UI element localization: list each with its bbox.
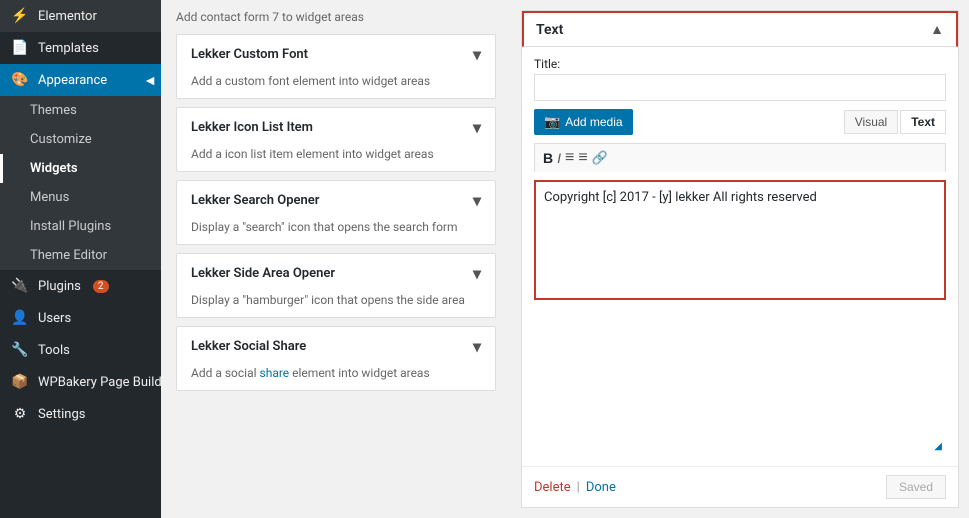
widget-description: Display a "search" icon that opens the s… <box>177 220 495 244</box>
sidebar-item-appearance[interactable]: 🎨 Appearance ◄ <box>0 64 161 96</box>
widget-description: Add a social share element into widget a… <box>177 366 495 390</box>
chevron-down-icon: ▾ <box>473 118 481 137</box>
submenu-label: Widgets <box>30 161 78 176</box>
widget-title: Lekker Search Opener <box>191 193 319 208</box>
footer-separator: | <box>577 480 580 495</box>
camera-icon: 📷 <box>544 114 560 130</box>
italic-button[interactable]: I <box>557 150 561 166</box>
saved-button: Saved <box>886 475 946 499</box>
settings-icon: ⚙ <box>10 406 30 422</box>
widget-header[interactable]: Lekker Side Area Opener ▾ <box>177 254 495 293</box>
sidebar-item-themes[interactable]: Themes <box>0 96 161 125</box>
sidebar-item-menus[interactable]: Menus <box>0 183 161 212</box>
widget-item-icon-list: Lekker Icon List Item ▾ Add a icon list … <box>176 107 496 172</box>
chevron-down-icon: ▾ <box>473 337 481 356</box>
sidebar-item-label: Users <box>38 311 71 326</box>
widget-item-side-area: Lekker Side Area Opener ▾ Display a "ham… <box>176 253 496 318</box>
sidebar-item-users[interactable]: 👤 Users <box>0 302 161 334</box>
plugins-badge: 2 <box>93 280 109 293</box>
sidebar-item-label: WPBakery Page Builder <box>38 375 161 390</box>
sidebar-item-label: Tools <box>38 343 70 358</box>
title-input[interactable] <box>534 74 946 101</box>
text-panel-body: Title: 📷 Add media Visual Text B I ≡ ≡ <box>522 47 958 466</box>
done-link[interactable]: Done <box>586 480 616 495</box>
visual-tab[interactable]: Visual <box>844 110 898 134</box>
chevron-down-icon: ▾ <box>473 45 481 64</box>
sidebar-item-label: Elementor <box>38 9 97 24</box>
bold-button[interactable]: B <box>543 150 553 166</box>
elementor-icon: ⚡ <box>10 8 30 24</box>
visual-text-tabs: Visual Text <box>844 110 946 134</box>
widget-list: Add contact form 7 to widget areas Lekke… <box>161 0 511 518</box>
widget-header[interactable]: Lekker Social Share ▾ <box>177 327 495 366</box>
text-widget-panel: Text ▲ Title: 📷 Add media Visual Text <box>521 10 959 508</box>
sidebar-item-label: Plugins <box>38 279 81 294</box>
title-label: Title: <box>534 57 946 71</box>
editor-wrapper: ◢ <box>534 180 946 456</box>
sidebar-item-plugins[interactable]: 🔌 Plugins 2 <box>0 270 161 302</box>
sidebar: ⚡ Elementor 📄 Templates 🎨 Appearance ◄ T… <box>0 0 161 518</box>
submenu-label: Theme Editor <box>30 248 107 263</box>
plugins-icon: 🔌 <box>10 278 30 294</box>
widget-item-social-share: Lekker Social Share ▾ Add a social share… <box>176 326 496 391</box>
main-content: Add contact form 7 to widget areas Lekke… <box>161 0 969 518</box>
submenu-label: Themes <box>30 103 77 118</box>
link-button[interactable]: 🔗 <box>592 150 608 166</box>
templates-icon: 📄 <box>10 40 30 56</box>
submenu-label: Install Plugins <box>30 219 111 234</box>
widget-description: Display a "hamburger" icon that opens th… <box>177 293 495 317</box>
widget-description: Add a icon list item element into widget… <box>177 147 495 171</box>
sidebar-item-widgets[interactable]: Widgets <box>0 154 161 183</box>
top-note: Add contact form 7 to widget areas <box>176 10 496 24</box>
widget-header[interactable]: Lekker Icon List Item ▾ <box>177 108 495 147</box>
sidebar-item-customize[interactable]: Customize <box>0 125 161 154</box>
footer-links: Delete | Done <box>534 480 616 495</box>
sidebar-item-elementor[interactable]: ⚡ Elementor <box>0 0 161 32</box>
sidebar-item-theme-editor[interactable]: Theme Editor <box>0 241 161 270</box>
chevron-down-icon: ▾ <box>473 191 481 210</box>
sidebar-item-label: Appearance <box>38 73 107 88</box>
collapse-icon[interactable]: ▲ <box>930 21 944 38</box>
widget-item-custom-font: Lekker Custom Font ▾ Add a custom font e… <box>176 34 496 99</box>
text-panel-title: Text <box>536 22 563 38</box>
users-icon: 👤 <box>10 310 30 326</box>
widget-header[interactable]: Lekker Search Opener ▾ <box>177 181 495 220</box>
sidebar-item-templates[interactable]: 📄 Templates <box>0 32 161 64</box>
title-field-group: Title: <box>534 57 946 101</box>
sidebar-item-tools[interactable]: 🔧 Tools <box>0 334 161 366</box>
widget-item-search-opener: Lekker Search Opener ▾ Display a "search… <box>176 180 496 245</box>
unordered-list-button[interactable]: ≡ <box>565 149 574 167</box>
appearance-icon: 🎨 <box>10 72 30 88</box>
text-tab[interactable]: Text <box>900 110 946 134</box>
add-media-label: Add media <box>565 115 622 129</box>
share-link[interactable]: share <box>260 366 290 380</box>
delete-link[interactable]: Delete <box>534 480 571 495</box>
chevron-down-icon: ▾ <box>473 264 481 283</box>
text-panel-footer: Delete | Done Saved <box>522 466 958 507</box>
resize-handle[interactable]: ◢ <box>934 441 942 452</box>
submenu-label: Customize <box>30 132 92 147</box>
widget-header[interactable]: Lekker Custom Font ▾ <box>177 35 495 74</box>
tools-icon: 🔧 <box>10 342 30 358</box>
sidebar-item-label: Templates <box>38 41 99 56</box>
text-panel-header: Text ▲ <box>522 11 958 47</box>
widget-title: Lekker Custom Font <box>191 47 308 62</box>
widget-title: Lekker Icon List Item <box>191 120 313 135</box>
ordered-list-button[interactable]: ≡ <box>578 149 587 167</box>
wpbakery-icon: 📦 <box>10 374 30 390</box>
sidebar-item-install-plugins[interactable]: Install Plugins <box>0 212 161 241</box>
media-toolbar: 📷 Add media Visual Text <box>534 109 946 135</box>
widget-title: Lekker Side Area Opener <box>191 266 335 281</box>
sidebar-item-settings[interactable]: ⚙ Settings <box>0 398 161 430</box>
submenu-label: Menus <box>30 190 69 205</box>
add-media-button[interactable]: 📷 Add media <box>534 109 633 135</box>
widget-title: Lekker Social Share <box>191 339 306 354</box>
sidebar-item-label: Settings <box>38 407 85 422</box>
widget-description: Add a custom font element into widget ar… <box>177 74 495 98</box>
editor-toolbar: B I ≡ ≡ 🔗 <box>534 143 946 172</box>
sidebar-item-wpbakery[interactable]: 📦 WPBakery Page Builder <box>0 366 161 398</box>
editor-textarea[interactable] <box>534 180 946 300</box>
